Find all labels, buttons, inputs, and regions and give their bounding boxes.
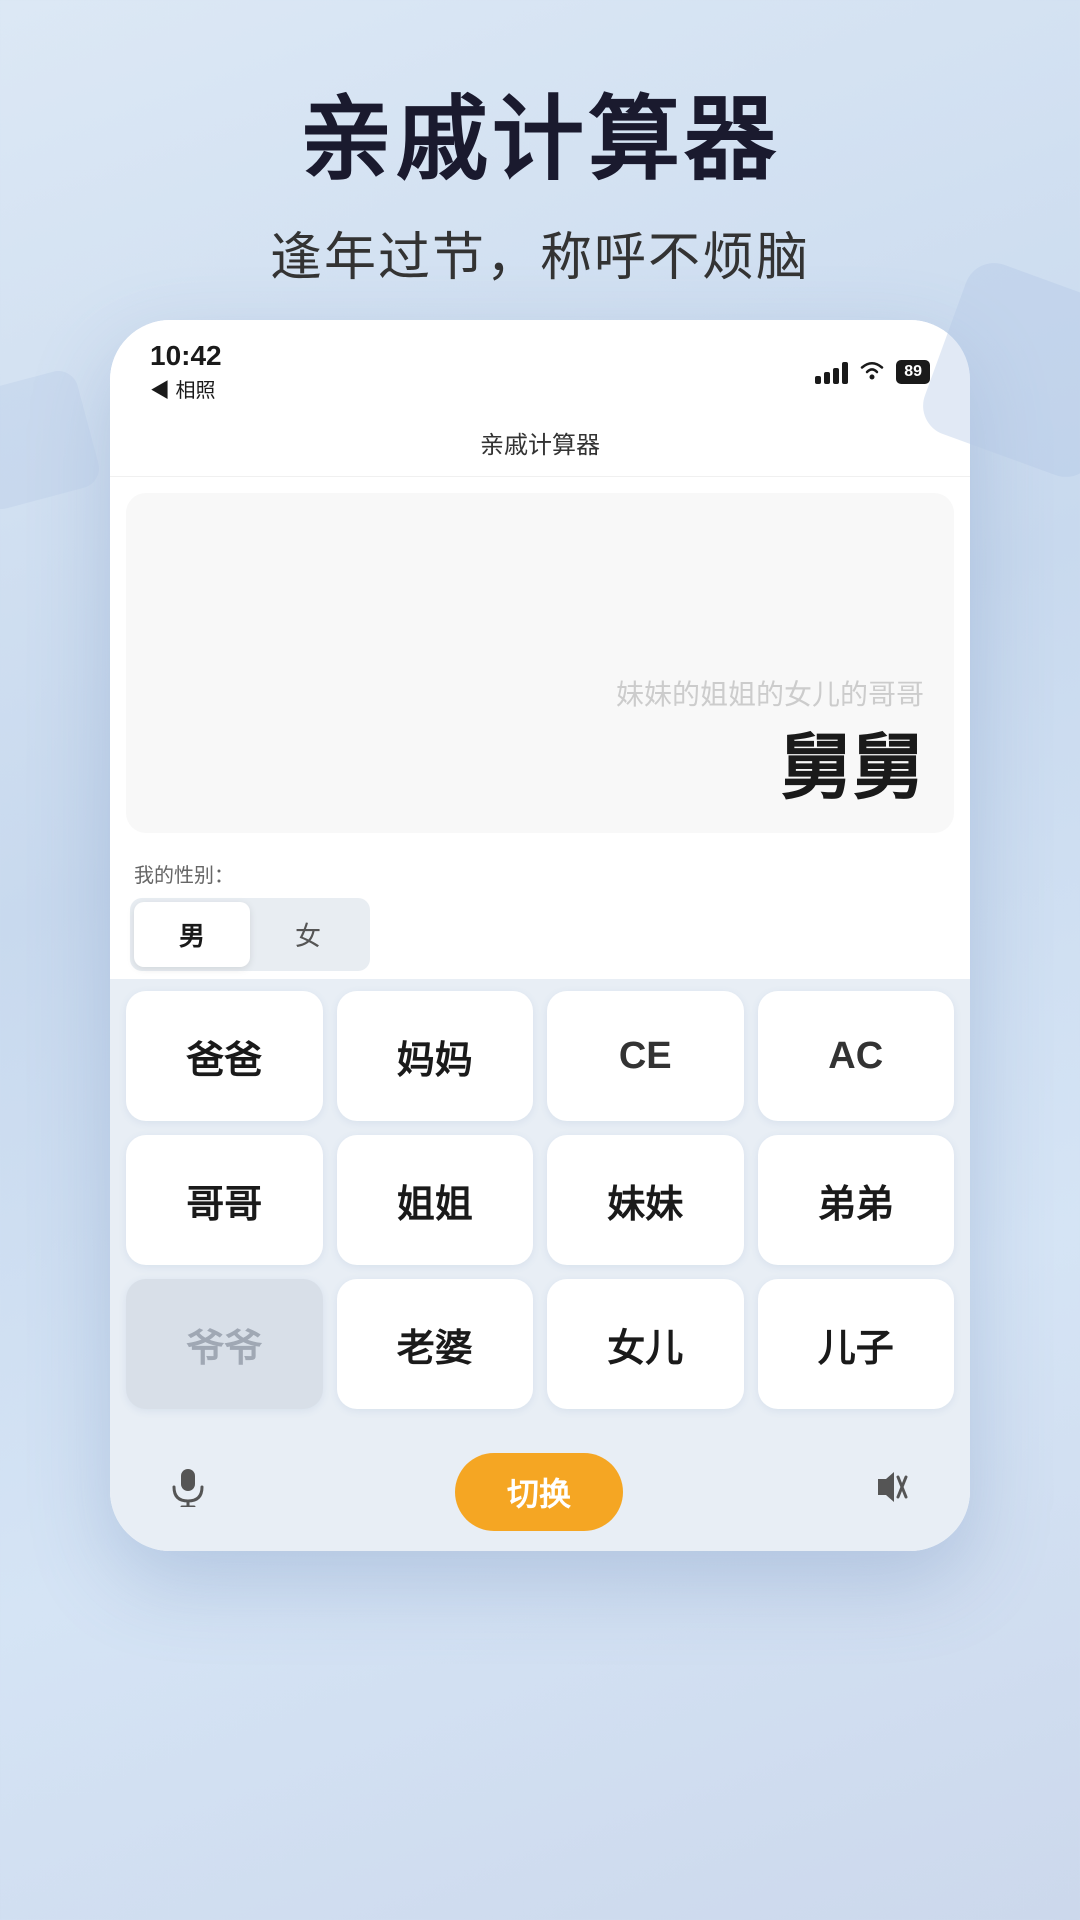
app-title: 亲戚计算器 (0, 90, 1080, 191)
header-area: 亲戚计算器 逢年过节，称呼不烦脑 (0, 0, 1080, 320)
phone-mockup: 10:42 ◀ 相照 89 亲戚计算器 妹妹的姐姐的女 (110, 320, 970, 1551)
keypad-row-3: 爷爷 老婆 女儿 儿子 (126, 1279, 954, 1409)
key-father[interactable]: 爸爸 (126, 991, 323, 1121)
keypad-row-2: 哥哥 姐姐 妹妹 弟弟 (126, 1135, 954, 1265)
app-subtitle: 逢年过节，称呼不烦脑 (0, 215, 1080, 290)
wifi-icon (858, 358, 886, 386)
keypad-row-1: 爸爸 妈妈 CE AC (126, 991, 954, 1121)
mic-button[interactable] (170, 1467, 206, 1517)
gender-label: 我的性别： (130, 859, 950, 888)
bottom-bar: 切换 (110, 1439, 970, 1551)
keypad: 爸爸 妈妈 CE AC 哥哥 姐姐 妹妹 弟弟 爷爷 老婆 女儿 儿子 (110, 979, 970, 1439)
signal-icon (815, 360, 848, 384)
back-button[interactable]: ◀ 相照 (150, 374, 222, 403)
key-ce[interactable]: CE (547, 991, 744, 1121)
key-younger-sister[interactable]: 妹妹 (547, 1135, 744, 1265)
key-daughter[interactable]: 女儿 (547, 1279, 744, 1409)
status-bar: 10:42 ◀ 相照 89 (110, 320, 970, 413)
key-older-brother[interactable]: 哥哥 (126, 1135, 323, 1265)
gender-area: 我的性别： 男 女 (110, 849, 970, 979)
key-son[interactable]: 儿子 (758, 1279, 955, 1409)
app-nav-title: 亲戚计算器 (110, 413, 970, 477)
key-grandfather: 爷爷 (126, 1279, 323, 1409)
key-ac[interactable]: AC (758, 991, 955, 1121)
sound-icon[interactable] (872, 1469, 910, 1515)
status-right: 89 (815, 358, 930, 386)
gender-male-button[interactable]: 男 (134, 902, 250, 967)
result-area: 妹妹的姐姐的女儿的哥哥 舅舅 (126, 493, 954, 833)
switch-button[interactable]: 切换 (455, 1453, 623, 1531)
gender-female-button[interactable]: 女 (250, 902, 366, 967)
gender-toggle: 男 女 (130, 898, 370, 971)
key-older-sister[interactable]: 姐姐 (337, 1135, 534, 1265)
status-time: 10:42 (150, 340, 222, 372)
status-left: 10:42 ◀ 相照 (150, 340, 222, 403)
result-placeholder: 妹妹的姐姐的女儿的哥哥 (616, 673, 924, 713)
key-wife[interactable]: 老婆 (337, 1279, 534, 1409)
key-younger-brother[interactable]: 弟弟 (758, 1135, 955, 1265)
battery-indicator: 89 (896, 360, 930, 384)
key-mother[interactable]: 妈妈 (337, 991, 534, 1121)
